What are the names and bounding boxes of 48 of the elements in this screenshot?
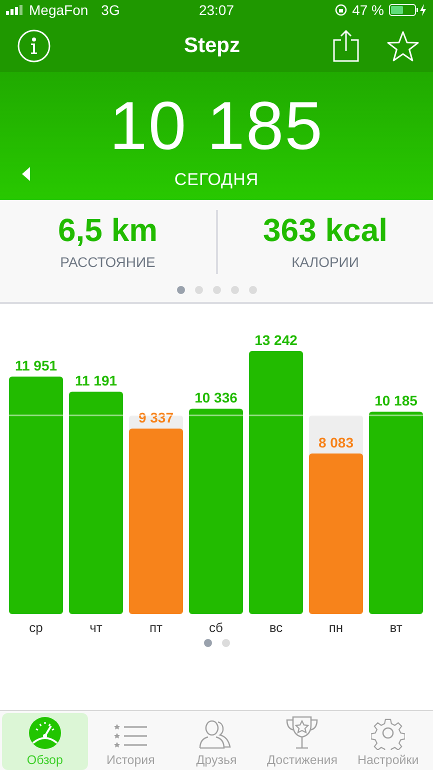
battery-percent: 47 % [352, 2, 384, 18]
bar-value: 10 336 [194, 390, 238, 406]
day-label: пт [150, 620, 162, 635]
tab[interactable]: Настройки [345, 713, 431, 770]
day-label: вс [269, 620, 283, 635]
page-dot[interactable] [248, 286, 256, 294]
trophy-icon [285, 716, 320, 750]
page-dot[interactable] [194, 286, 202, 294]
page-dot[interactable] [222, 639, 230, 647]
bar-value: 11 951 [14, 358, 58, 374]
tab[interactable]: Обзор [2, 713, 88, 770]
day-label: пн [328, 620, 344, 635]
bar-value: 13 242 [254, 332, 298, 348]
stat-value: 6,5 km [58, 211, 158, 250]
tab[interactable]: Друзья [174, 713, 260, 770]
page-dot[interactable] [230, 286, 238, 294]
page-dot[interactable] [176, 286, 184, 294]
bar-value: 11 191 [74, 372, 118, 389]
carrier-name: MegaFon [29, 2, 88, 18]
day-label: ср [29, 620, 43, 635]
stat-label: КАЛОРИИ [292, 254, 359, 270]
previous-arrow-icon[interactable] [22, 167, 30, 181]
bar-value: 10 185 [374, 392, 418, 409]
network-type: 3G [101, 2, 120, 18]
page-dot[interactable] [212, 286, 220, 294]
share-icon[interactable] [332, 30, 359, 62]
settings-icon [371, 716, 406, 750]
app-title: Stepz [184, 34, 240, 58]
star-icon[interactable] [386, 30, 419, 62]
signal-icon [6, 5, 24, 15]
tab[interactable]: История [88, 713, 174, 770]
bar-value: 8 083 [318, 434, 354, 450]
step-count: 10 185 [110, 87, 324, 166]
bar-value: 9 337 [138, 410, 174, 426]
stat-label: РАССТОЯНИЕ [60, 254, 156, 270]
people-icon [199, 718, 234, 750]
stat-value: 363 kcal [262, 211, 388, 250]
tab[interactable]: Достижения [259, 713, 346, 770]
day-label: сб [209, 620, 223, 635]
info-icon[interactable] [17, 29, 51, 63]
speedometer-icon [28, 716, 62, 750]
day-label: вт [390, 620, 402, 635]
period-label: СЕГОДНЯ [174, 170, 259, 190]
battery-charging-icon [389, 4, 427, 16]
rotation-lock-icon [335, 4, 348, 16]
clock: 23:07 [198, 2, 236, 18]
day-label: чт [90, 620, 102, 635]
page-dot[interactable] [204, 639, 212, 647]
